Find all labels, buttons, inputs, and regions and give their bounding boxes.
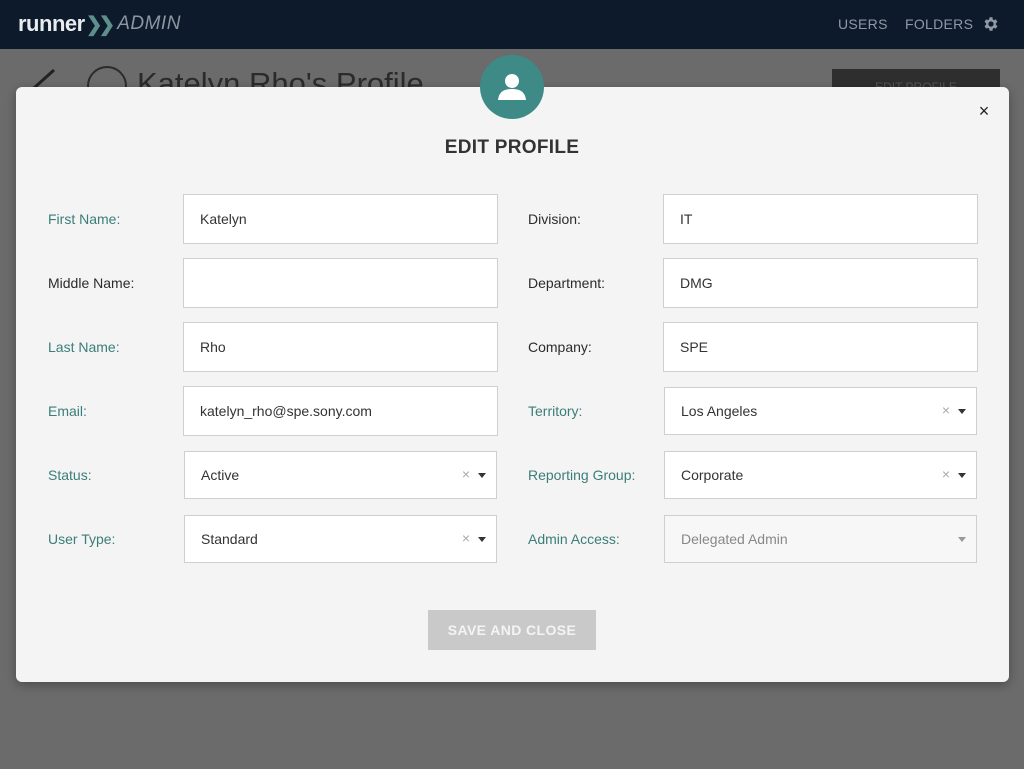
user-type-chevron-down-icon[interactable] [478,537,486,542]
close-modal-button[interactable]: × [975,100,993,122]
admin-access-selected-value: Delegated Admin [681,531,788,547]
save-and-close-button[interactable]: SAVE AND CLOSE [428,610,596,650]
runner-admin-logo[interactable]: runner ❯❯ ADMIN [18,11,181,37]
gear-icon[interactable] [982,15,1000,33]
user-type-selected-value: Standard [201,531,258,547]
status-select[interactable]: Active × [184,451,497,499]
reporting-group-chevron-down-icon[interactable] [958,473,966,478]
first-name-label: First Name: [48,211,121,227]
territory-label: Territory: [528,403,583,419]
reporting-group-select[interactable]: Corporate × [664,451,977,499]
company-input[interactable] [663,322,978,372]
edit-profile-modal [16,87,1009,682]
top-navbar: runner ❯❯ ADMIN USERS FOLDERS [0,0,1024,49]
territory-selected-value: Los Angeles [681,403,758,419]
logo-admin-text: ADMIN [117,13,181,34]
reporting-group-selected-value: Corporate [681,467,744,483]
admin-access-chevron-down-icon[interactable] [958,537,966,542]
status-label: Status: [48,467,92,483]
division-input[interactable] [663,194,978,244]
territory-clear-icon[interactable]: × [942,402,950,418]
admin-access-label: Admin Access: [528,531,620,547]
company-label: Company: [528,339,592,355]
email-input[interactable] [183,386,498,436]
user-avatar-icon [480,55,544,119]
user-type-clear-icon[interactable]: × [462,530,470,546]
user-type-label: User Type: [48,531,116,547]
reporting-group-label: Reporting Group: [528,467,636,483]
division-label: Division: [528,211,581,227]
status-chevron-down-icon[interactable] [478,473,486,478]
user-silhouette-icon [498,74,526,100]
first-name-input[interactable] [183,194,498,244]
logo-chevrons-icon: ❯❯ [85,13,115,36]
user-type-select[interactable]: Standard × [184,515,497,563]
last-name-input[interactable] [183,322,498,372]
nav-users-link[interactable]: USERS [838,16,888,32]
modal-title: EDIT PROFILE [444,137,580,158]
status-selected-value: Active [201,467,240,483]
department-label: Department: [528,275,606,291]
logo-runner-text: runner [18,11,85,36]
territory-chevron-down-icon[interactable] [958,409,966,414]
admin-access-select[interactable]: Delegated Admin [664,515,977,563]
last-name-label: Last Name: [48,339,120,355]
nav-folders-link[interactable]: FOLDERS [905,16,973,32]
department-input[interactable] [663,258,978,308]
territory-select[interactable]: Los Angeles × [664,387,977,435]
email-label: Email: [48,403,87,419]
status-clear-icon[interactable]: × [462,466,470,482]
middle-name-input[interactable] [183,258,498,308]
reporting-group-clear-icon[interactable]: × [942,466,950,482]
middle-name-label: Middle Name: [48,275,135,291]
